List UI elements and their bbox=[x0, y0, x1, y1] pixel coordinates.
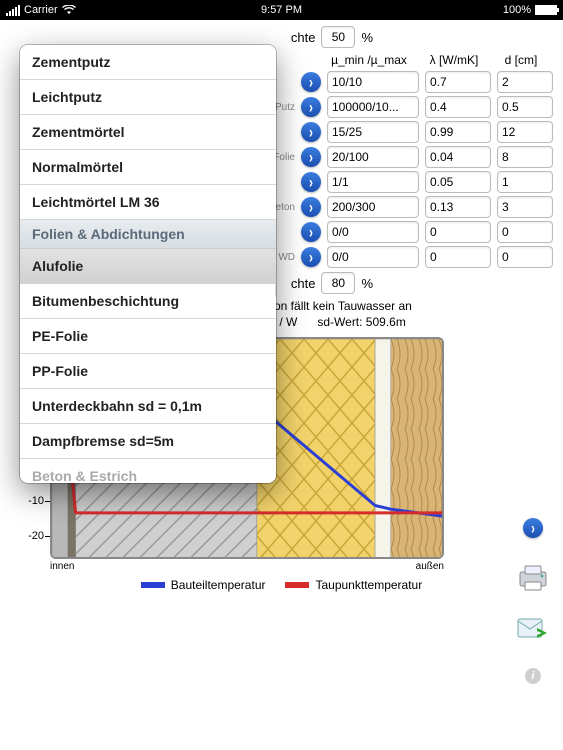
material-item[interactable]: Leichtputz bbox=[20, 80, 276, 115]
material-item[interactable]: Zementputz bbox=[20, 45, 276, 80]
plot-x-labels: innen außen bbox=[50, 561, 444, 572]
lambda-input[interactable] bbox=[425, 121, 491, 143]
legend-taupunkt: Taupunkttemperatur bbox=[315, 578, 422, 592]
row-detail-button[interactable] bbox=[301, 97, 321, 117]
d-input[interactable] bbox=[497, 71, 553, 93]
material-item[interactable]: Unterdeckbahn sd = 0,1m bbox=[20, 389, 276, 424]
legend-swatch-taupunkt bbox=[285, 582, 309, 588]
material-section-faded: Beton & Estrich bbox=[20, 459, 276, 483]
row-detail-button[interactable] bbox=[301, 172, 321, 192]
material-item[interactable]: Alufolie bbox=[20, 249, 276, 284]
humidity-bottom-unit: % bbox=[361, 276, 373, 291]
d-input[interactable] bbox=[497, 221, 553, 243]
lambda-input[interactable] bbox=[425, 71, 491, 93]
material-item[interactable]: Normalmörtel bbox=[20, 150, 276, 185]
mu-input[interactable] bbox=[327, 196, 419, 218]
lambda-input[interactable] bbox=[425, 146, 491, 168]
d-input[interactable] bbox=[497, 171, 553, 193]
legend-bauteil: Bauteiltemperatur bbox=[171, 578, 266, 592]
mu-input[interactable] bbox=[327, 171, 419, 193]
lambda-input[interactable] bbox=[425, 246, 491, 268]
row-detail-button[interactable] bbox=[301, 222, 321, 242]
legend-swatch-bauteil bbox=[141, 582, 165, 588]
ytick: -10 bbox=[28, 495, 44, 507]
status-time: 9:57 PM bbox=[0, 4, 563, 16]
mu-input[interactable] bbox=[327, 146, 419, 168]
col-d-header: d [cm] bbox=[493, 53, 549, 67]
mu-input[interactable] bbox=[327, 121, 419, 143]
xlabel-innen: innen bbox=[50, 561, 74, 572]
tauwasser-line: tion fällt kein Tauwasser an bbox=[268, 299, 412, 313]
humidity-bottom-input[interactable] bbox=[321, 272, 355, 294]
detail-button[interactable] bbox=[523, 518, 543, 538]
row-detail-button[interactable] bbox=[301, 122, 321, 142]
xlabel-aussen: außen bbox=[416, 561, 444, 572]
material-section-header: Folien & Abdichtungen bbox=[20, 220, 276, 249]
lambda-input[interactable] bbox=[425, 221, 491, 243]
material-list[interactable]: ZementputzLeichtputzZementmörtelNormalmö… bbox=[20, 45, 276, 483]
humidity-top-label: chte bbox=[291, 30, 316, 45]
d-input[interactable] bbox=[497, 146, 553, 168]
ytick: -20 bbox=[28, 530, 44, 542]
material-item[interactable]: Bitumenbeschichtung bbox=[20, 284, 276, 319]
mu-input[interactable] bbox=[327, 71, 419, 93]
row-detail-button[interactable] bbox=[301, 147, 321, 167]
mu-input[interactable] bbox=[327, 221, 419, 243]
material-popover: ZementputzLeichtputzZementmörtelNormalmö… bbox=[20, 45, 276, 483]
lambda-input[interactable] bbox=[425, 171, 491, 193]
legend: Bauteiltemperatur Taupunkttemperatur bbox=[10, 578, 553, 592]
status-bar: Carrier 9:57 PM 100% bbox=[0, 0, 563, 20]
mu-input[interactable] bbox=[327, 246, 419, 268]
sd-value: sd-Wert: 509.6m bbox=[317, 315, 405, 329]
row-detail-button[interactable] bbox=[301, 197, 321, 217]
row-detail-button[interactable] bbox=[301, 247, 321, 267]
d-input[interactable] bbox=[497, 196, 553, 218]
col-lambda-header: λ [W/mK] bbox=[421, 53, 487, 67]
material-item[interactable]: PE-Folie bbox=[20, 319, 276, 354]
info-icon[interactable]: i bbox=[525, 668, 541, 684]
d-input[interactable] bbox=[497, 246, 553, 268]
printer-icon[interactable] bbox=[517, 564, 549, 592]
material-item[interactable]: Dampfbremse sd=5m bbox=[20, 424, 276, 459]
humidity-bottom-label: chte bbox=[291, 276, 316, 291]
material-item[interactable]: Leichtmörtel LM 36 bbox=[20, 185, 276, 220]
d-input[interactable] bbox=[497, 121, 553, 143]
humidity-top-unit: % bbox=[361, 30, 373, 45]
mail-send-icon[interactable] bbox=[517, 618, 549, 642]
d-input[interactable] bbox=[497, 96, 553, 118]
lambda-input[interactable] bbox=[425, 96, 491, 118]
row-detail-button[interactable] bbox=[301, 72, 321, 92]
humidity-top-input[interactable] bbox=[321, 26, 355, 48]
battery-icon bbox=[535, 5, 557, 15]
mu-input[interactable] bbox=[327, 96, 419, 118]
material-item[interactable]: PP-Folie bbox=[20, 354, 276, 389]
lambda-input[interactable] bbox=[425, 196, 491, 218]
col-mu-header: µ_min /µ_max bbox=[323, 53, 415, 67]
material-item[interactable]: Zementmörtel bbox=[20, 115, 276, 150]
